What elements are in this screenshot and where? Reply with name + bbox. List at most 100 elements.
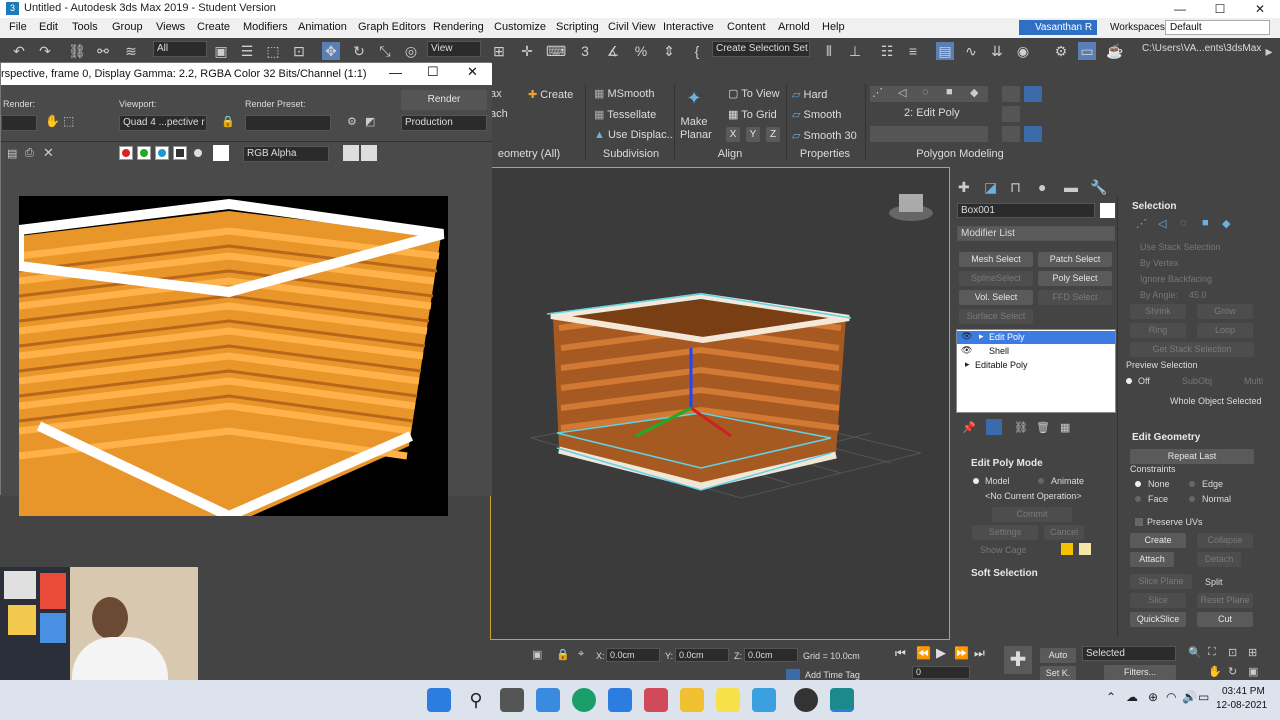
current-frame-field[interactable]: 0: [912, 666, 970, 679]
spline-select-button[interactable]: SplineSelect: [959, 271, 1033, 286]
cut-button[interactable]: Cut: [1197, 612, 1253, 627]
render-area-dropdown[interactable]: [1, 115, 37, 131]
lock-icon[interactable]: 🔒: [556, 648, 570, 661]
detach-button[interactable]: Detach: [1197, 552, 1241, 567]
object-name-field[interactable]: Box001: [957, 203, 1095, 218]
preview-off-radio[interactable]: [1126, 378, 1132, 384]
attach-button[interactable]: Attach: [1130, 552, 1174, 567]
menu-help[interactable]: Help: [822, 21, 845, 33]
border-icon[interactable]: ◌: [1180, 217, 1187, 229]
menu-file[interactable]: File: [9, 21, 27, 33]
perspective-viewport[interactable]: [490, 167, 950, 640]
x-coordinate-field[interactable]: 0.0cm: [606, 648, 660, 662]
planar-label[interactable]: Planar: [680, 129, 712, 141]
vertex-mode-icon[interactable]: ⋰: [872, 86, 883, 99]
render-setup-icon[interactable]: ⚙: [1052, 42, 1070, 60]
commit-button[interactable]: Commit: [992, 507, 1072, 522]
show-end-result-icon[interactable]: [986, 419, 1002, 435]
soft-selection-header[interactable]: Soft Selection: [971, 568, 1038, 579]
zoom-extents-icon[interactable]: ⊡: [1228, 646, 1237, 659]
grow-button[interactable]: Grow: [1197, 304, 1253, 319]
viewport-dropdown[interactable]: Quad 4 ...pective r: [119, 115, 207, 131]
menu-group[interactable]: Group: [112, 21, 143, 33]
bind-spacewarp-icon[interactable]: ≋: [122, 42, 140, 60]
set-key-button[interactable]: Set K.: [1040, 666, 1076, 681]
clear-color-swatch[interactable]: [213, 145, 229, 161]
save-image-icon[interactable]: ▤: [7, 147, 17, 160]
clear-icon[interactable]: ✕: [43, 145, 54, 161]
minimize-button[interactable]: —: [1160, 0, 1200, 18]
monochrome-toggle[interactable]: [194, 149, 202, 157]
go-to-start-icon[interactable]: ⏮: [895, 646, 906, 661]
play-icon[interactable]: ▶: [936, 645, 946, 661]
channel-dropdown[interactable]: RGB Alpha: [243, 146, 329, 162]
smooth-button[interactable]: ▱ Smooth: [792, 108, 841, 121]
ribbon-geometry-label[interactable]: eometry (All): [490, 148, 568, 162]
curve-editor-icon[interactable]: ∿: [962, 42, 980, 60]
menu-create[interactable]: Create: [197, 21, 230, 33]
edit-poly-mode-header[interactable]: Edit Poly Mode: [971, 458, 1043, 469]
menu-graph-editors[interactable]: Graph Editors: [358, 21, 426, 33]
place-icon[interactable]: ◎: [402, 42, 420, 60]
edge-icon[interactable]: ◁: [1158, 217, 1166, 230]
msmooth-button[interactable]: ▦ MSmooth: [594, 87, 655, 100]
red-channel-toggle[interactable]: [119, 146, 133, 160]
element-icon[interactable]: ◆: [1222, 217, 1230, 230]
go-to-end-icon[interactable]: ⏭: [974, 646, 985, 661]
time-tag-icon[interactable]: [786, 669, 800, 680]
clock-time[interactable]: 03:41 PM: [1222, 686, 1265, 697]
workspace-dropdown[interactable]: Default: [1165, 20, 1270, 35]
vol-select-button[interactable]: Vol. Select: [959, 290, 1033, 305]
add-time-tag-button[interactable]: Add Time Tag: [805, 670, 860, 680]
menu-arnold[interactable]: Arnold: [778, 21, 810, 33]
basket-model[interactable]: [546, 292, 852, 491]
tessellate-button[interactable]: ▦ Tessellate: [594, 108, 656, 121]
make-planar-icon[interactable]: ✦: [680, 88, 708, 109]
task-view-icon[interactable]: [500, 688, 524, 712]
shrink-button[interactable]: Shrink: [1130, 304, 1186, 319]
stack-item-editable-poly[interactable]: Editable Poly: [975, 360, 1028, 370]
constraint-normal-radio[interactable]: [1189, 496, 1195, 502]
edit-geometry-header[interactable]: Edit Geometry: [1132, 432, 1200, 443]
hidden-icons-chevron-icon[interactable]: ⌃: [1106, 690, 1116, 704]
language-icon[interactable]: ⊕: [1148, 690, 1158, 704]
user-account-dropdown[interactable]: Vasanthan R: [1019, 20, 1097, 35]
blue-channel-toggle[interactable]: [155, 146, 169, 160]
repeat-last-button[interactable]: Repeat Last: [1130, 449, 1254, 464]
3dsmax-taskbar-icon[interactable]: [830, 688, 854, 712]
rendered-frame-window-icon[interactable]: ▭: [1078, 42, 1096, 60]
cage-color-swatch[interactable]: [1061, 543, 1073, 555]
align-icon[interactable]: ⊥: [846, 42, 864, 60]
constraint-face-radio[interactable]: [1135, 496, 1141, 502]
mesh-select-button[interactable]: Mesh Select: [959, 252, 1033, 267]
surface-select-button[interactable]: Surface Select: [959, 309, 1033, 324]
zoom-icon[interactable]: 🔍: [1188, 646, 1202, 659]
configure-sets-icon[interactable]: ▦: [1060, 421, 1070, 434]
edit-named-selection-icon[interactable]: {: [688, 42, 706, 60]
onedrive-icon[interactable]: ☁: [1126, 690, 1138, 704]
display-toggle-icon[interactable]: [343, 145, 359, 161]
file-explorer-icon[interactable]: [680, 688, 704, 712]
project-path[interactable]: C:\Users\VA...ents\3dsMax: [1138, 41, 1261, 57]
show-cage-checkbox[interactable]: Show Cage: [980, 545, 1027, 555]
hierarchy-tab-icon[interactable]: ⊓: [1010, 179, 1021, 196]
viewcube-icon[interactable]: [889, 194, 933, 221]
zoom-extents-all-icon[interactable]: ⊞: [1248, 646, 1257, 659]
use-stack-selection-checkbox[interactable]: Use Stack Selection: [1140, 242, 1221, 252]
zoom-all-icon[interactable]: ⛶: [1208, 646, 1216, 659]
selection-lock-icon[interactable]: ▣: [532, 648, 542, 661]
remote-desktop-icon[interactable]: [752, 688, 776, 712]
motion-tab-icon[interactable]: ●: [1038, 179, 1046, 195]
settings-button[interactable]: Settings: [972, 525, 1038, 540]
preview-multi-radio[interactable]: Multi: [1244, 376, 1263, 386]
preview-subobj-radio[interactable]: SubObj: [1182, 376, 1212, 386]
maximize-button[interactable]: ☐: [1200, 0, 1240, 18]
render-minimize-button[interactable]: —: [389, 65, 402, 80]
modify-tab-icon[interactable]: ◪: [984, 179, 997, 196]
create-button[interactable]: Create: [1130, 533, 1186, 548]
render-preset-dropdown[interactable]: [245, 115, 331, 131]
make-label[interactable]: Make: [680, 116, 708, 128]
ribbon-toggle-icon[interactable]: ▤: [936, 42, 954, 60]
to-grid-button[interactable]: ▦ To Grid: [728, 108, 777, 121]
edge-mode-icon[interactable]: ◁: [898, 86, 906, 99]
